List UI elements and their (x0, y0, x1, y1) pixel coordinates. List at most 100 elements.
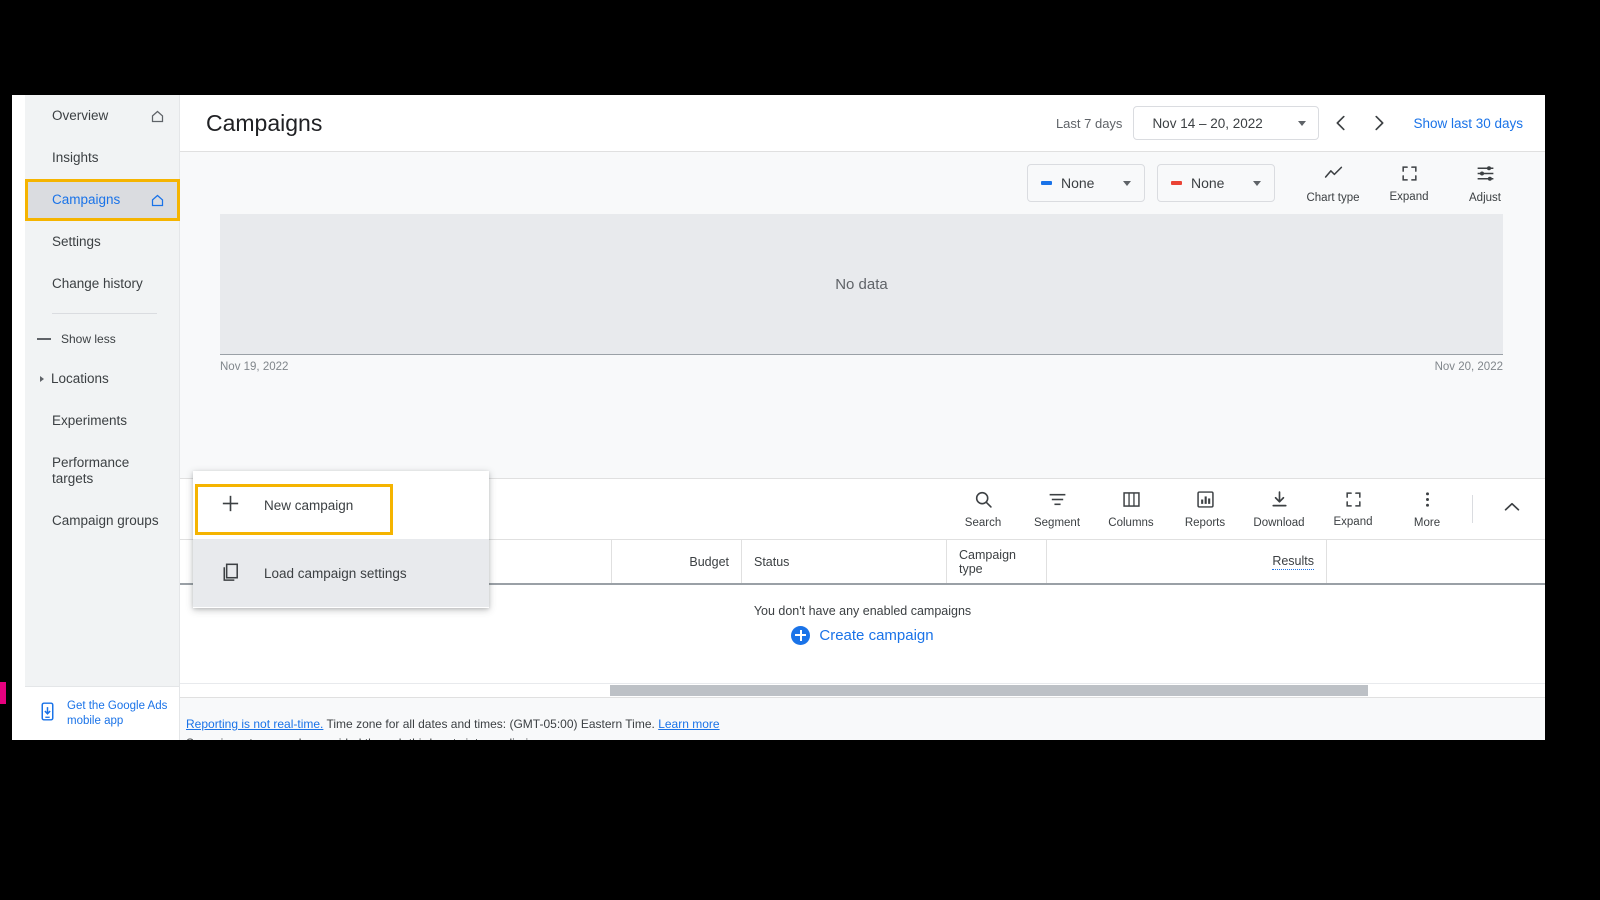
new-campaign-menu: New campaign Load campaign settings (193, 471, 489, 608)
google-ads-app: Overview Insights Campaigns Settings Cha… (12, 95, 1545, 740)
chart-adjust-button[interactable]: Adjust (1449, 163, 1521, 204)
line-chart-icon (1323, 163, 1344, 187)
chart-expand-button[interactable]: Expand (1373, 164, 1445, 203)
sidebar-item-campaigns[interactable]: Campaigns (25, 179, 179, 221)
chart-toolbar: None None Chart type Expand Adjust (180, 152, 1545, 214)
sidebar-item-label: Settings (52, 234, 101, 250)
sidebar-item-label: Overview (52, 108, 109, 124)
table-col-label: Results (1272, 553, 1314, 570)
page-header: Campaigns Last 7 days Nov 14 – 20, 2022 … (180, 95, 1545, 152)
create-campaign-label: Create campaign (819, 626, 934, 644)
chevron-down-icon (1123, 180, 1131, 186)
page-title: Campaigns (206, 109, 323, 136)
chevron-right-icon (40, 376, 44, 382)
table-expand-button[interactable]: Expand (1316, 490, 1390, 528)
date-range-value: Nov 14 – 20, 2022 (1152, 115, 1263, 131)
sidebar-item-insights[interactable]: Insights (25, 137, 179, 179)
sidebar-item-experiments[interactable]: Experiments (25, 400, 179, 442)
table-col-label: Budget (689, 554, 729, 569)
home-icon (150, 193, 165, 208)
mobile-app-promo[interactable]: Get the Google Ads mobile app (25, 686, 179, 740)
download-icon (1269, 489, 1290, 513)
chevron-up-icon (1501, 496, 1523, 523)
menu-item-load-campaign-settings[interactable]: Load campaign settings (193, 539, 489, 607)
chart-plot-area: No data (220, 214, 1503, 355)
metric-two-select[interactable]: None (1157, 164, 1275, 202)
reports-icon (1195, 489, 1216, 513)
segment-label: Segment (1033, 517, 1081, 529)
columns-icon (1121, 489, 1142, 513)
sidebar-item-settings[interactable]: Settings (25, 221, 179, 263)
chart-axis-end-label: Nov 20, 2022 (1434, 361, 1503, 373)
sidebar-item-locations[interactable]: Locations (25, 358, 179, 400)
reports-button[interactable]: Reports (1168, 489, 1242, 529)
table-col-label: Status (754, 554, 790, 569)
columns-button[interactable]: Columns (1094, 489, 1168, 529)
prev-period-button[interactable] (1325, 107, 1357, 139)
more-button[interactable]: More (1390, 489, 1464, 529)
main-content: Campaigns Last 7 days Nov 14 – 20, 2022 … (180, 95, 1545, 740)
show-less-toggle[interactable]: Show less (25, 320, 179, 358)
page-footer: Reporting is not real-time. Time zone fo… (180, 698, 1545, 740)
table-col-results[interactable]: Results (1047, 540, 1327, 583)
sidebar-item-change-history[interactable]: Change history (25, 263, 179, 305)
sidebar-item-label: Change history (52, 276, 143, 292)
footer-timezone-text: Time zone for all dates and times: (GMT-… (323, 717, 659, 731)
menu-item-new-campaign[interactable]: New campaign (193, 471, 489, 539)
sidebar: Overview Insights Campaigns Settings Cha… (25, 95, 180, 740)
sidebar-item-label: Campaigns (52, 192, 121, 208)
chart-adjust-label: Adjust (1469, 191, 1501, 204)
metric-one-value: None (1061, 175, 1095, 191)
table-col-budget[interactable]: Budget (612, 540, 742, 583)
collapse-panel-button[interactable] (1487, 496, 1537, 523)
chart-type-button[interactable]: Chart type (1297, 163, 1369, 204)
horizontal-scrollbar-thumb[interactable] (610, 685, 1368, 696)
expand-icon (1400, 164, 1419, 186)
chevron-down-icon (1253, 180, 1261, 186)
segment-icon (1047, 489, 1068, 513)
metric-two-value: None (1191, 175, 1225, 191)
date-range-select[interactable]: Nov 14 – 20, 2022 (1133, 106, 1320, 140)
mobile-app-label: Get the Google Ads mobile app (67, 699, 168, 727)
expand-icon (1344, 490, 1363, 512)
sidebar-divider (52, 313, 157, 314)
copy-icon (219, 560, 242, 586)
search-button[interactable]: Search (946, 489, 1020, 529)
table-col-status[interactable]: Status (742, 540, 947, 583)
more-vert-icon (1417, 489, 1438, 513)
sidebar-item-overview[interactable]: Overview (25, 95, 179, 137)
table-bottom-rule (180, 663, 1545, 684)
date-range-preset-label: Last 7 days (1055, 115, 1123, 131)
table-col-campaign-type[interactable]: Campaign type (947, 540, 1047, 583)
segment-button[interactable]: Segment (1020, 489, 1094, 529)
learn-more-link[interactable]: Learn more (658, 717, 719, 731)
sidebar-item-performance-targets[interactable]: Performance targets (25, 442, 179, 500)
columns-label: Columns (1108, 517, 1154, 529)
chart-expand-label: Expand (1389, 190, 1429, 203)
sidebar-item-label: Experiments (52, 413, 128, 429)
chart-section: None None Chart type Expand Adjust No da… (180, 152, 1545, 479)
table-col-label: Campaign type (959, 547, 1016, 576)
plus-circle-icon (791, 625, 811, 645)
sidebar-item-label: Campaign groups (52, 513, 159, 529)
show-last-30-days-link[interactable]: Show last 30 days (1413, 116, 1523, 131)
toolbar-divider (1472, 495, 1473, 523)
reports-label: Reports (1184, 517, 1226, 529)
create-campaign-button[interactable]: Create campaign (791, 625, 934, 645)
show-less-label: Show less (61, 332, 116, 346)
horizontal-scrollbar[interactable] (180, 684, 1545, 698)
footer-line-2: Some inventory may be provided through t… (186, 734, 1545, 740)
plus-icon (219, 492, 242, 518)
edge-accent-sliver (0, 682, 6, 704)
download-button[interactable]: Download (1242, 489, 1316, 529)
chevron-down-icon (1298, 120, 1307, 126)
metric-one-color-swatch (1041, 181, 1052, 185)
table-expand-label: Expand (1333, 516, 1373, 528)
next-period-button[interactable] (1363, 107, 1395, 139)
chart-type-label: Chart type (1306, 191, 1360, 204)
sidebar-item-campaign-groups[interactable]: Campaign groups (25, 500, 179, 542)
metric-one-select[interactable]: None (1027, 164, 1145, 202)
reporting-not-realtime-link[interactable]: Reporting is not real-time. (186, 717, 323, 731)
table-col-extra[interactable] (1327, 540, 1545, 583)
search-label: Search (964, 517, 1002, 529)
